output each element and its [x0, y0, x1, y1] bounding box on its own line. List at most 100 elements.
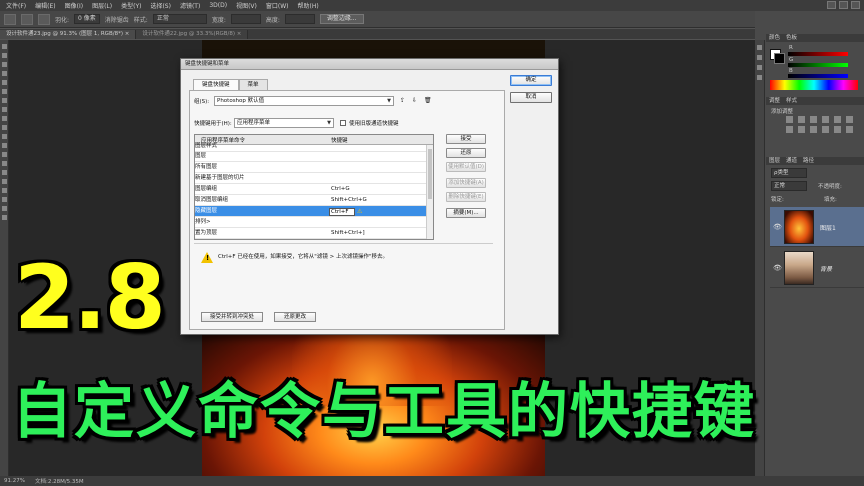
table-row[interactable]: 取消图层编组 Shift+Ctrl+G: [195, 195, 427, 206]
color-spectrum-bar[interactable]: [770, 80, 858, 90]
table-row[interactable]: 图层编组 Ctrl+G: [195, 184, 427, 195]
save-set-icon[interactable]: ⇪: [400, 97, 408, 105]
red-slider[interactable]: [788, 52, 848, 56]
path-select-tool-icon[interactable]: [1, 188, 7, 193]
cancel-button[interactable]: 取消: [510, 92, 552, 103]
type-tool-icon[interactable]: [1, 179, 7, 184]
quick-select-tool-icon[interactable]: [1, 71, 7, 76]
vibrance-icon[interactable]: [834, 116, 841, 123]
height-input[interactable]: [284, 14, 315, 24]
table-row[interactable]: 图层: [195, 151, 427, 162]
table-scrollbar[interactable]: [426, 145, 433, 239]
green-slider[interactable]: [788, 63, 848, 67]
menu-item-edit[interactable]: 编辑(E): [35, 1, 55, 10]
visibility-eye-icon[interactable]: 👁: [773, 264, 782, 272]
doc-tab-inactive[interactable]: 设计软件通22.jpg @ 33.3%(RGB/8) ×: [136, 30, 249, 39]
dodge-tool-icon[interactable]: [1, 161, 7, 166]
set-select[interactable]: Photoshop 默认值 ▼: [214, 96, 394, 106]
tab-layers[interactable]: 图层: [769, 157, 780, 165]
table-row[interactable]: 排列>: [195, 217, 427, 228]
shape-tool-icon[interactable]: [1, 197, 7, 202]
tab-swatches[interactable]: 色板: [786, 34, 797, 42]
menu-item-image[interactable]: 图像(I): [65, 1, 83, 10]
pen-tool-icon[interactable]: [1, 170, 7, 175]
layer-row-fire[interactable]: 👁 图层1: [770, 207, 864, 247]
invert-icon[interactable]: [846, 126, 853, 133]
delete-shortcut-button[interactable]: 删除快捷键(E): [446, 192, 486, 202]
marquee-tool-icon[interactable]: [4, 13, 16, 25]
gradient-tool-icon[interactable]: [1, 143, 7, 148]
table-row[interactable]: 所有图层: [195, 162, 427, 173]
menu-item-filter[interactable]: 滤镜(T): [180, 1, 200, 10]
ok-button[interactable]: 确定: [510, 75, 552, 86]
tab-color[interactable]: 颜色: [769, 34, 780, 42]
tab-keyboard-shortcuts[interactable]: 键盘快捷键: [193, 79, 239, 90]
blend-mode-select[interactable]: 正常: [771, 181, 807, 191]
lasso-tool-icon[interactable]: [1, 62, 7, 67]
table-row[interactable]: 置为顶层 Shift+Ctrl+]: [195, 228, 427, 239]
summarize-button[interactable]: 摘要(M)...: [446, 208, 486, 218]
new-selection-icon[interactable]: [21, 13, 33, 25]
width-input[interactable]: [230, 14, 261, 24]
character-icon[interactable]: [757, 65, 762, 70]
table-row[interactable]: 新建基于图层的切片: [195, 173, 427, 184]
stamp-tool-icon[interactable]: [1, 116, 7, 121]
add-selection-icon[interactable]: [38, 13, 50, 25]
history-icon[interactable]: [757, 45, 762, 50]
legacy-channel-checkbox[interactable]: [340, 120, 346, 126]
background-color-swatch[interactable]: [774, 53, 785, 64]
layer-name[interactable]: 背景: [820, 264, 832, 273]
tab-paths[interactable]: 路径: [803, 157, 814, 165]
menu-item-type[interactable]: 类型(Y): [121, 1, 141, 10]
visibility-eye-icon[interactable]: 👁: [773, 223, 782, 231]
use-default-button[interactable]: 使用默认值(D): [446, 162, 486, 172]
hue-saturation-icon[interactable]: [846, 116, 853, 123]
exposure-icon[interactable]: [822, 116, 829, 123]
shortcut-edit-field[interactable]: Ctrl+F: [329, 208, 355, 216]
zoom-tool-icon[interactable]: [1, 215, 7, 220]
refine-edge-button[interactable]: 调整边缘...: [319, 14, 364, 24]
move-tool-icon[interactable]: [1, 44, 7, 49]
zoom-level[interactable]: 91.27%: [4, 478, 25, 484]
levels-icon[interactable]: [798, 116, 805, 123]
brush-tool-icon[interactable]: [1, 107, 7, 112]
layer-name[interactable]: 图层1: [820, 223, 836, 232]
accept-button[interactable]: 接受: [446, 134, 486, 144]
minimize-icon[interactable]: [827, 1, 836, 9]
undo-button[interactable]: 还原: [446, 148, 486, 158]
color-balance-icon[interactable]: [786, 126, 793, 133]
feather-input[interactable]: 0 像素: [74, 14, 100, 24]
tab-adjustments[interactable]: 调整: [769, 97, 780, 105]
layer-row-background[interactable]: 👁 背景: [770, 248, 864, 288]
style-select[interactable]: 正常: [152, 14, 207, 24]
menu-item-3d[interactable]: 3D(D): [209, 2, 227, 9]
hand-tool-icon[interactable]: [1, 206, 7, 211]
doc-tab-active[interactable]: 设计软件通23.jpg @ 91.3% (图层 1, RGB/8*) ×: [0, 30, 137, 39]
properties-icon[interactable]: [757, 55, 762, 60]
marquee-tool-icon[interactable]: [1, 53, 7, 58]
channel-mixer-icon[interactable]: [822, 126, 829, 133]
maximize-icon[interactable]: [839, 1, 848, 9]
menu-item-help[interactable]: 帮助(H): [298, 1, 319, 10]
add-shortcut-button[interactable]: 添加快捷键(A): [446, 178, 486, 188]
crop-tool-icon[interactable]: [1, 80, 7, 85]
blue-slider[interactable]: [788, 74, 848, 78]
paragraph-icon[interactable]: [757, 75, 762, 80]
accept-go-to-conflict-button[interactable]: 接受并转到冲突处: [201, 312, 263, 322]
eyedropper-tool-icon[interactable]: [1, 89, 7, 94]
menu-item-view[interactable]: 视图(V): [236, 1, 257, 10]
history-brush-tool-icon[interactable]: [1, 125, 7, 130]
tab-styles[interactable]: 样式: [786, 97, 797, 105]
photo-filter-icon[interactable]: [810, 126, 817, 133]
layer-kind-filter[interactable]: ρ类型: [771, 168, 807, 178]
close-icon[interactable]: [851, 1, 860, 9]
menu-item-window[interactable]: 窗口(W): [266, 1, 289, 10]
menu-item-layer[interactable]: 图层(L): [92, 1, 112, 10]
black-white-icon[interactable]: [798, 126, 805, 133]
delete-set-icon[interactable]: 🗑: [424, 97, 432, 105]
brightness-icon[interactable]: [786, 116, 793, 123]
blur-tool-icon[interactable]: [1, 152, 7, 157]
menu-item-select[interactable]: 选择(S): [150, 1, 171, 10]
new-set-icon[interactable]: ⇩: [412, 97, 420, 105]
curves-icon[interactable]: [810, 116, 817, 123]
